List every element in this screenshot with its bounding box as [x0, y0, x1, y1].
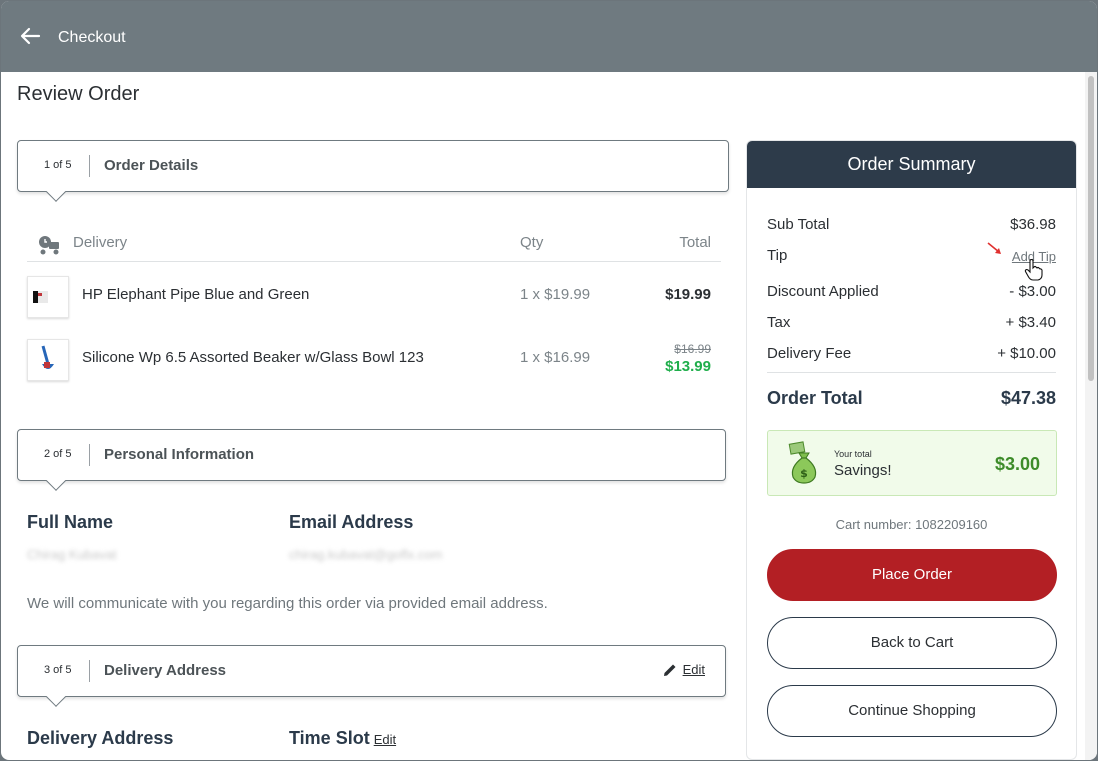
edit-timeslot-button[interactable]: Edit [374, 732, 396, 747]
svg-text:$: $ [800, 467, 808, 480]
summary-delivery-fee: Delivery Fee + $10.00 [767, 345, 1056, 362]
savings-caption: Your total [834, 449, 872, 459]
time-slot-label: Time Slot Edit [289, 728, 396, 749]
product-image[interactable] [27, 339, 69, 381]
table-row: HP Elephant Pipe Blue and Green 1 x $19.… [27, 272, 721, 332]
product-name[interactable]: HP Elephant Pipe Blue and Green [82, 286, 309, 303]
step-title: Personal Information [104, 446, 255, 463]
topbar-title: Checkout [58, 29, 126, 46]
order-total-label: Order Total [767, 388, 863, 408]
order-total: Order Total $47.38 [767, 388, 1056, 409]
step-personal-information: 2 of 5 Personal Information [17, 429, 726, 491]
delivery-header: Delivery [73, 234, 128, 251]
table-row: Silicone Wp 6.5 Assorted Beaker w/Glass … [27, 335, 721, 395]
email-label: Email Address [289, 512, 414, 532]
step-notch [46, 182, 66, 202]
top-bar: Checkout [1, 1, 1097, 72]
page-title: Review Order [17, 83, 140, 105]
tip-label: Tip [767, 247, 788, 264]
tax-label: Tax [767, 314, 791, 331]
savings-value: $3.00 [994, 454, 1040, 474]
summary-tip: Tip Add Tip [767, 242, 1056, 281]
product-image[interactable] [27, 276, 69, 318]
step-delivery-address: 3 of 5 Delivery Address Edit [17, 645, 726, 707]
step-divider [89, 444, 90, 466]
order-table-header: Delivery Qty Total [27, 230, 721, 262]
step-title: Order Details [104, 157, 199, 174]
step-order-details: 1 of 5 Order Details [17, 140, 729, 202]
original-price: $16.99 [674, 342, 711, 356]
delivery-fee-label: Delivery Fee [767, 345, 852, 362]
delivery-truck-icon [39, 236, 59, 255]
summary-title: Order Summary [747, 141, 1076, 188]
step-divider [89, 155, 90, 177]
discount-value: - $3.00 [1009, 283, 1056, 300]
summary-divider [767, 372, 1056, 373]
subtotal-value: $36.98 [1010, 216, 1056, 233]
time-slot-text: Time Slot [289, 728, 370, 748]
back-arrow-icon[interactable] [19, 25, 41, 47]
pencil-icon [663, 664, 676, 676]
app-window: Checkout Review Order 1 of 5 Order Detai… [1, 1, 1097, 760]
step-number: 3 of 5 [44, 664, 72, 676]
email-note: We will communicate with you regarding t… [27, 595, 548, 612]
tax-value: + $3.40 [1005, 314, 1056, 331]
summary-tax: Tax + $3.40 [767, 314, 1056, 331]
discount-label: Discount Applied [767, 283, 879, 300]
summary-discount: Discount Applied - $3.00 [767, 283, 1056, 300]
vertical-scrollbar[interactable] [1085, 72, 1097, 760]
step-number: 1 of 5 [44, 159, 72, 171]
step-title: Delivery Address [104, 662, 227, 679]
order-total-value: $47.38 [1000, 388, 1056, 408]
subtotal-label: Sub Total [767, 216, 830, 233]
edit-address-button[interactable]: Edit [663, 662, 705, 677]
product-total: $19.99 [665, 286, 711, 303]
hand-cursor-icon [1024, 259, 1043, 281]
main-content: Review Order 1 of 5 Order Details Delive… [1, 72, 1085, 760]
step-notch [46, 471, 66, 491]
savings-box: $ Your total Savings! $3.00 [767, 430, 1057, 496]
total-header: Total [679, 234, 711, 251]
step-notch [46, 687, 66, 707]
step-number: 2 of 5 [44, 448, 72, 460]
back-to-cart-button[interactable]: Back to Cart [767, 617, 1057, 669]
product-qty: 1 x $19.99 [520, 286, 591, 303]
delivery-address-label: Delivery Address [27, 728, 174, 748]
qty-header: Qty [520, 234, 544, 251]
cart-number: Cart number: 1082209160 [835, 517, 988, 532]
order-summary-panel: Order Summary Sub Total $36.98 Tip Add T… [746, 140, 1077, 760]
summary-subtotal: Sub Total $36.98 [767, 216, 1056, 233]
delivery-fee-value: + $10.00 [997, 345, 1056, 362]
place-order-button[interactable]: Place Order [767, 549, 1057, 601]
full-name-value: Chirag Kubavat [27, 547, 117, 562]
email-value: chirag.kubavat@goflx.com [289, 547, 443, 562]
full-name-label: Full Name [27, 512, 114, 532]
savings-label: Savings! [834, 462, 892, 479]
scrollbar-thumb[interactable] [1088, 76, 1094, 381]
continue-shopping-button[interactable]: Continue Shopping [767, 685, 1057, 737]
red-arrow-icon [987, 242, 1001, 254]
edit-label: Edit [682, 662, 705, 677]
product-name[interactable]: Silicone Wp 6.5 Assorted Beaker w/Glass … [82, 349, 424, 366]
money-bag-icon: $ [788, 441, 817, 484]
step-divider [89, 660, 90, 682]
product-qty: 1 x $16.99 [520, 349, 591, 366]
sale-price: $13.99 [665, 358, 711, 375]
